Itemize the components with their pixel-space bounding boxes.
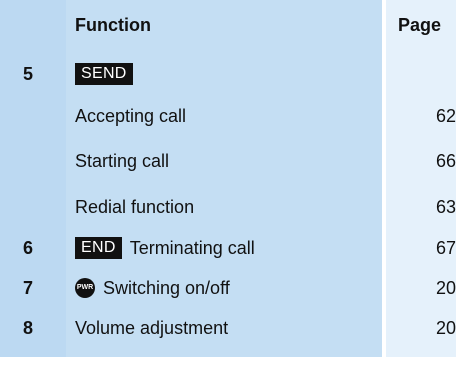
row-function-label: Starting call bbox=[75, 151, 170, 171]
row-page: 63 bbox=[435, 197, 456, 217]
table-row: 6 END Terminating call 67 bbox=[0, 233, 456, 263]
row-number: 5 bbox=[23, 64, 34, 84]
function-header: Function bbox=[75, 15, 151, 35]
page-header: Page bbox=[398, 15, 442, 35]
row-page: 20 bbox=[435, 318, 456, 338]
row-page: 67 bbox=[435, 238, 456, 258]
end-key-icon: END bbox=[75, 237, 122, 259]
table-row: 8 Volume adjustment 20 bbox=[0, 313, 456, 343]
row-function-label: Switching on/off bbox=[103, 278, 230, 298]
row-function-label: Volume adjustment bbox=[75, 318, 229, 338]
send-key-icon: SEND bbox=[75, 63, 133, 85]
number-column-background bbox=[0, 0, 66, 357]
table-row: Starting call 66 bbox=[0, 146, 456, 176]
function-column-background bbox=[66, 0, 382, 357]
table-row: 5 SEND bbox=[0, 59, 456, 89]
row-function: PWR Switching on/off bbox=[75, 273, 230, 303]
row-function-label: Terminating call bbox=[129, 238, 255, 258]
row-page: 66 bbox=[435, 151, 456, 171]
table-row: Redial function 63 bbox=[0, 192, 456, 222]
row-number: 8 bbox=[23, 318, 34, 338]
row-page: 62 bbox=[435, 106, 456, 126]
table-row: 7 PWR Switching on/off 20 bbox=[0, 273, 456, 303]
row-number: 6 bbox=[23, 238, 34, 258]
row-function: SEND bbox=[75, 59, 141, 89]
row-page: 20 bbox=[435, 278, 456, 298]
page-column-background bbox=[386, 0, 456, 357]
row-number: 7 bbox=[23, 278, 34, 298]
power-key-icon: PWR bbox=[75, 278, 95, 298]
row-function: END Terminating call bbox=[75, 233, 255, 263]
table-row: Accepting call 62 bbox=[0, 101, 456, 131]
row-function-label: Accepting call bbox=[75, 106, 187, 126]
row-function-label: Redial function bbox=[75, 197, 195, 217]
